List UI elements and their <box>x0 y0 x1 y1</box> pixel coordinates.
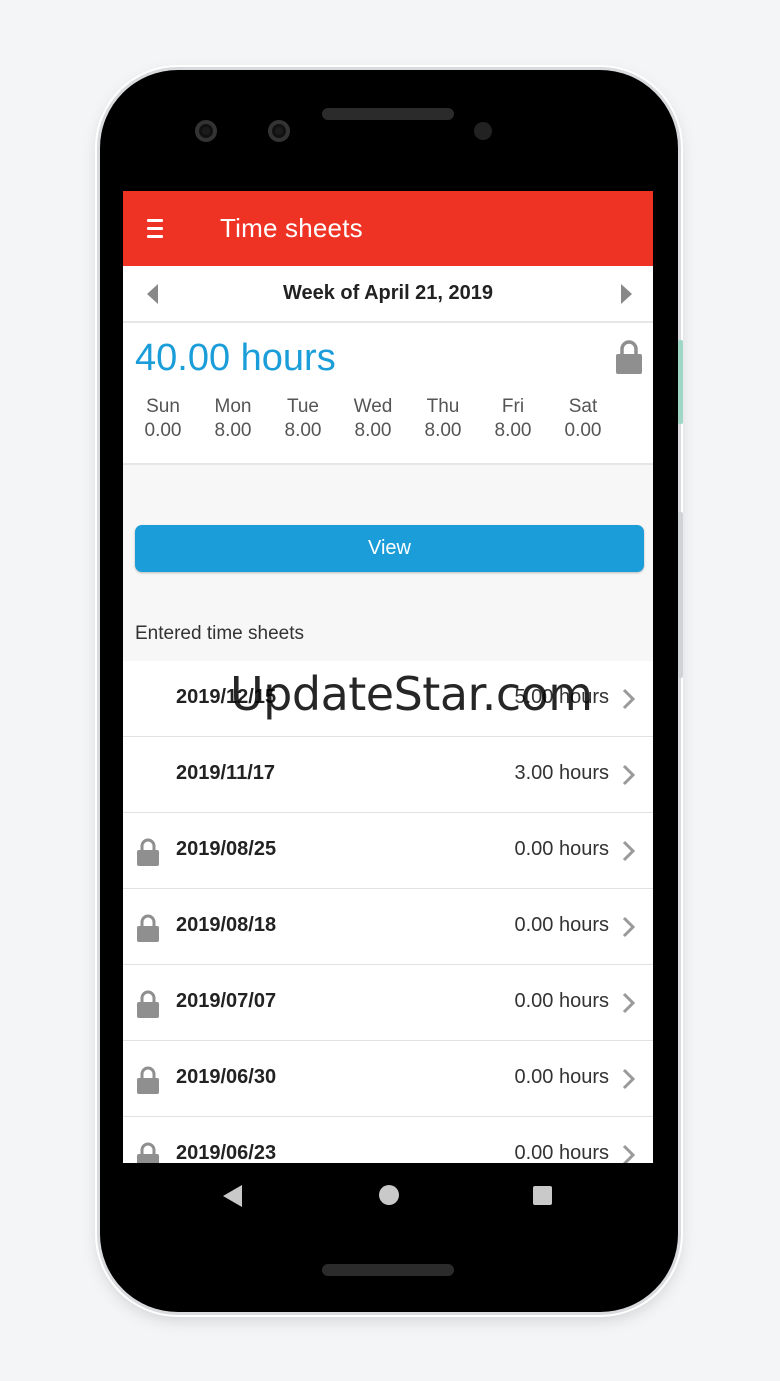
lock-icon <box>137 1066 159 1094</box>
nav-home-icon[interactable] <box>379 1185 399 1205</box>
chevron-right-icon <box>622 840 636 862</box>
day-fri: Fri 8.00 <box>478 395 548 443</box>
timesheet-hours: 0.00 hours <box>514 1066 609 1088</box>
week-summary: 40.00 hours Sun 0.00 Mon 8.00 Tue 8.00 W… <box>123 323 653 465</box>
day-name: Tue <box>286 396 320 417</box>
day-thu: Thu 8.00 <box>408 395 478 443</box>
timesheet-date: 2019/06/23 <box>176 1142 277 1163</box>
timesheet-hours: 5.00 hours <box>514 686 609 708</box>
list-item[interactable]: 2019/06/23 0.00 hours <box>123 1117 653 1163</box>
list-item[interactable]: 2019/07/07 0.00 hours <box>123 965 653 1041</box>
lock-icon <box>137 914 159 942</box>
timesheet-date: 2019/08/25 <box>176 838 277 860</box>
lock-icon <box>616 340 642 374</box>
list-item[interactable]: 2019/08/25 0.00 hours <box>123 813 653 889</box>
timesheet-hours: 0.00 hours <box>514 838 609 860</box>
timesheet-date: 2019/06/30 <box>176 1066 277 1088</box>
timesheet-date: 2019/11/17 <box>176 762 275 784</box>
day-name: Wed <box>353 396 393 417</box>
power-button <box>678 512 683 678</box>
nav-recents-icon[interactable] <box>533 1186 552 1205</box>
chevron-right-icon <box>622 916 636 938</box>
day-sat: Sat 0.00 <box>548 395 618 443</box>
chevron-right-icon[interactable] <box>621 284 632 304</box>
list-item[interactable]: 2019/12/15 5.00 hours <box>123 661 653 737</box>
lock-icon <box>137 838 159 866</box>
earpiece-speaker <box>322 108 454 120</box>
proximity-sensor <box>474 122 492 140</box>
chevron-right-icon <box>622 764 636 786</box>
bottom-speaker <box>322 1264 454 1276</box>
chevron-right-icon <box>622 688 636 710</box>
chevron-right-icon <box>622 992 636 1014</box>
lock-icon <box>137 990 159 1018</box>
app-bar: Time sheets <box>123 191 653 266</box>
timesheet-date: 2019/12/15 <box>176 686 277 708</box>
timesheet-hours: 0.00 hours <box>514 914 609 936</box>
section-heading: Entered time sheets <box>135 623 304 644</box>
day-hours: 8.00 <box>354 420 392 441</box>
volume-button <box>678 340 683 424</box>
day-name: Thu <box>426 396 460 417</box>
front-camera-secondary <box>268 120 290 142</box>
chevron-right-icon <box>622 1144 636 1163</box>
day-tue: Tue 8.00 <box>268 395 338 443</box>
day-name: Sun <box>146 396 180 417</box>
list-item[interactable]: 2019/06/30 0.00 hours <box>123 1041 653 1117</box>
timesheet-hours: 0.00 hours <box>514 1142 609 1163</box>
timesheet-hours: 0.00 hours <box>514 990 609 1012</box>
timesheet-list: 2019/12/15 5.00 hours 2019/11/17 3.00 ho… <box>123 661 653 1163</box>
day-hours: 0.00 <box>144 420 182 441</box>
chevron-left-icon[interactable] <box>147 284 158 304</box>
timesheet-date: 2019/08/18 <box>176 914 277 936</box>
day-name: Mon <box>214 396 252 417</box>
day-hours: 8.00 <box>214 420 252 441</box>
timesheet-hours: 3.00 hours <box>514 762 609 784</box>
app-screen: Time sheets Week of April 21, 2019 40.00… <box>123 191 653 1163</box>
view-button[interactable]: View <box>135 525 644 572</box>
day-breakdown: Sun 0.00 Mon 8.00 Tue 8.00 Wed 8.00 Thu … <box>128 395 618 443</box>
day-name: Sat <box>568 396 598 417</box>
week-label: Week of April 21, 2019 <box>282 282 494 304</box>
page-title: Time sheets <box>220 213 363 243</box>
day-hours: 8.00 <box>284 420 322 441</box>
timesheet-date: 2019/07/07 <box>176 990 277 1012</box>
day-mon: Mon 8.00 <box>198 395 268 443</box>
system-nav-bar <box>123 1163 653 1227</box>
day-hours: 0.00 <box>564 420 602 441</box>
day-hours: 8.00 <box>494 420 532 441</box>
day-wed: Wed 8.00 <box>338 395 408 443</box>
list-item[interactable]: 2019/08/18 0.00 hours <box>123 889 653 965</box>
day-hours: 8.00 <box>424 420 462 441</box>
nav-back-icon[interactable] <box>223 1185 242 1207</box>
chevron-right-icon <box>622 1068 636 1090</box>
hamburger-icon[interactable] <box>147 219 163 239</box>
week-navigator: Week of April 21, 2019 <box>123 266 653 323</box>
list-item[interactable]: 2019/11/17 3.00 hours <box>123 737 653 813</box>
front-camera <box>195 120 217 142</box>
day-name: Fri <box>501 396 525 417</box>
lock-icon <box>137 1142 159 1163</box>
day-sun: Sun 0.00 <box>128 395 198 443</box>
actions-area: View Entered time sheets <box>123 465 653 661</box>
total-hours: 40.00 hours <box>135 337 336 379</box>
